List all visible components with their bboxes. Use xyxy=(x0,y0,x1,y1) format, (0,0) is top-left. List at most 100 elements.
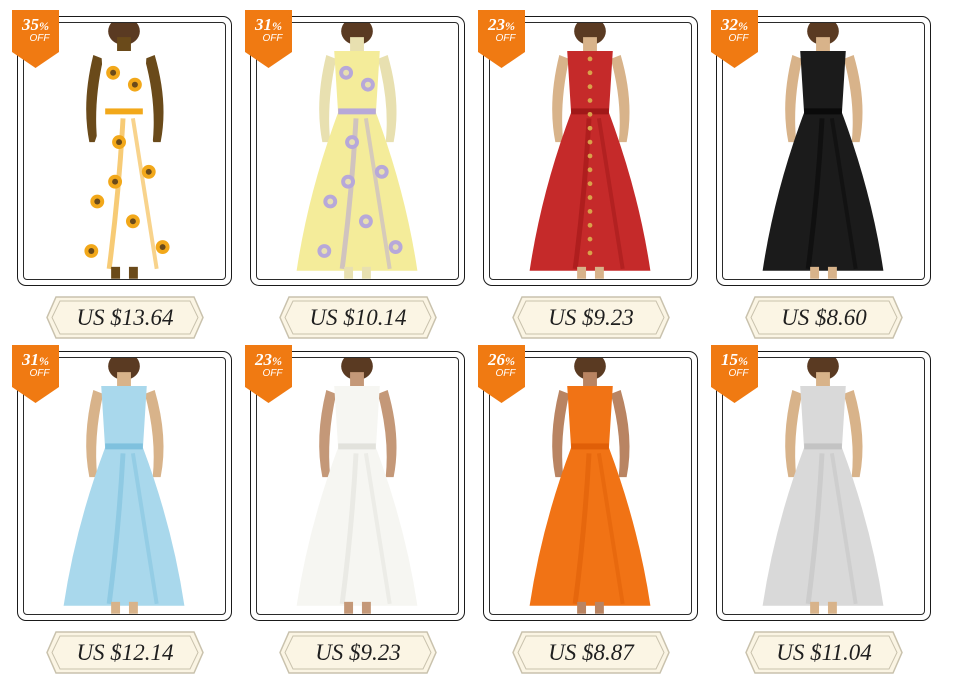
neck xyxy=(816,372,830,388)
price-tag[interactable]: US $12.14 xyxy=(46,631,204,674)
product-grid: 35% OFF US $13.64 31% OFF US $10.14 23% … xyxy=(0,0,958,681)
price-label: US $8.87 xyxy=(548,640,634,665)
price-tag[interactable]: US $9.23 xyxy=(512,296,670,339)
discount-badge: 23% OFF xyxy=(478,10,525,68)
discount-off-label: OFF xyxy=(728,33,749,44)
price-label: US $9.23 xyxy=(548,305,634,330)
dress-bodice xyxy=(101,385,147,450)
leg xyxy=(594,266,604,279)
dress-button xyxy=(587,153,593,159)
leg xyxy=(594,601,604,614)
price-label: US $8.60 xyxy=(781,305,867,330)
discount-off-label: OFF xyxy=(262,368,283,379)
dress-waistband xyxy=(804,443,842,450)
print-flower-center xyxy=(116,139,123,146)
print-flower-center xyxy=(321,248,328,254)
leg xyxy=(111,266,121,279)
print-flower-center xyxy=(110,69,117,76)
dress-bodice xyxy=(567,385,613,450)
dress-waistband xyxy=(571,443,609,450)
dress-button xyxy=(587,111,593,117)
leg xyxy=(344,601,354,614)
leg xyxy=(827,266,837,279)
neck xyxy=(117,37,131,53)
dress-button xyxy=(587,222,593,228)
leg xyxy=(577,266,587,279)
dress-button xyxy=(587,167,593,173)
discount-badge: 31% OFF xyxy=(12,345,59,403)
leg xyxy=(361,601,371,614)
print-flower-center xyxy=(345,178,352,185)
leg xyxy=(344,266,354,279)
print-flower-center xyxy=(362,218,369,225)
dress-button xyxy=(587,56,593,62)
dress-bodice xyxy=(800,385,846,450)
product-card[interactable]: 35% OFF US $13.64 xyxy=(12,10,248,352)
dress-waistband xyxy=(804,108,842,115)
print-flower-center xyxy=(88,248,95,254)
discount-badge: 35% OFF xyxy=(12,10,59,68)
price-tag[interactable]: US $9.23 xyxy=(279,631,437,674)
print-flower-center xyxy=(159,244,166,251)
dress-bodice xyxy=(800,50,846,115)
price-tag[interactable]: US $10.14 xyxy=(279,296,437,339)
print-flower-center xyxy=(364,81,371,88)
product-card[interactable]: 31% OFF US $10.14 xyxy=(245,10,481,352)
neck xyxy=(350,37,364,53)
product-card[interactable]: 23% OFF US $9.23 xyxy=(478,10,714,352)
leg xyxy=(128,601,138,614)
print-flower-center xyxy=(145,168,152,175)
discount-off-label: OFF xyxy=(495,368,516,379)
price-label: US $9.23 xyxy=(315,640,401,665)
dress-button xyxy=(587,250,593,256)
price-tag[interactable]: US $8.60 xyxy=(745,296,903,339)
dress-waistband xyxy=(105,108,143,115)
leg xyxy=(810,266,820,279)
print-flower-center xyxy=(378,168,385,175)
print-flower-center xyxy=(129,218,136,225)
print-flower-center xyxy=(94,198,101,205)
product-card[interactable]: 15% OFF US $11.04 xyxy=(711,345,947,687)
discount-badge: 26% OFF xyxy=(478,345,525,403)
print-flower-center xyxy=(112,178,119,185)
leg xyxy=(577,601,587,614)
print-flower-center xyxy=(392,244,399,251)
dress-button xyxy=(587,236,593,242)
price-tag[interactable]: US $13.64 xyxy=(46,296,204,339)
dress-button xyxy=(587,98,593,103)
product-card[interactable]: 26% OFF US $8.87 xyxy=(478,345,714,687)
leg xyxy=(827,601,837,614)
discount-off-label: OFF xyxy=(262,33,283,44)
price-tag[interactable]: US $11.04 xyxy=(745,631,903,674)
leg xyxy=(111,601,121,614)
product-card[interactable]: 31% OFF US $12.14 xyxy=(12,345,248,687)
product-card[interactable]: 32% OFF US $8.60 xyxy=(711,10,947,352)
price-label: US $12.14 xyxy=(76,640,174,665)
discount-off-label: OFF xyxy=(495,33,516,44)
neck xyxy=(583,372,597,388)
neck xyxy=(117,372,131,388)
neck xyxy=(816,37,830,53)
dress-waistband xyxy=(105,443,143,450)
leg xyxy=(361,266,371,279)
dress-button xyxy=(587,181,593,187)
neck xyxy=(583,37,597,53)
print-flower-center xyxy=(131,81,138,88)
price-label: US $11.04 xyxy=(776,640,872,665)
print-flower-center xyxy=(349,139,356,146)
neck xyxy=(350,372,364,388)
dress-button xyxy=(587,139,593,145)
dress-button xyxy=(587,209,593,214)
price-label: US $10.14 xyxy=(309,305,407,330)
price-tag[interactable]: US $8.87 xyxy=(512,631,670,674)
dress-button xyxy=(587,125,593,131)
dress-button xyxy=(587,70,593,76)
dress-waistband xyxy=(338,443,376,450)
discount-off-label: OFF xyxy=(29,368,50,379)
discount-badge: 15% OFF xyxy=(711,345,758,403)
dress-waistband xyxy=(338,108,376,115)
discount-badge: 31% OFF xyxy=(245,10,292,68)
dress-bodice xyxy=(334,385,380,450)
price-label: US $13.64 xyxy=(76,305,174,330)
product-card[interactable]: 23% OFF US $9.23 xyxy=(245,345,481,687)
